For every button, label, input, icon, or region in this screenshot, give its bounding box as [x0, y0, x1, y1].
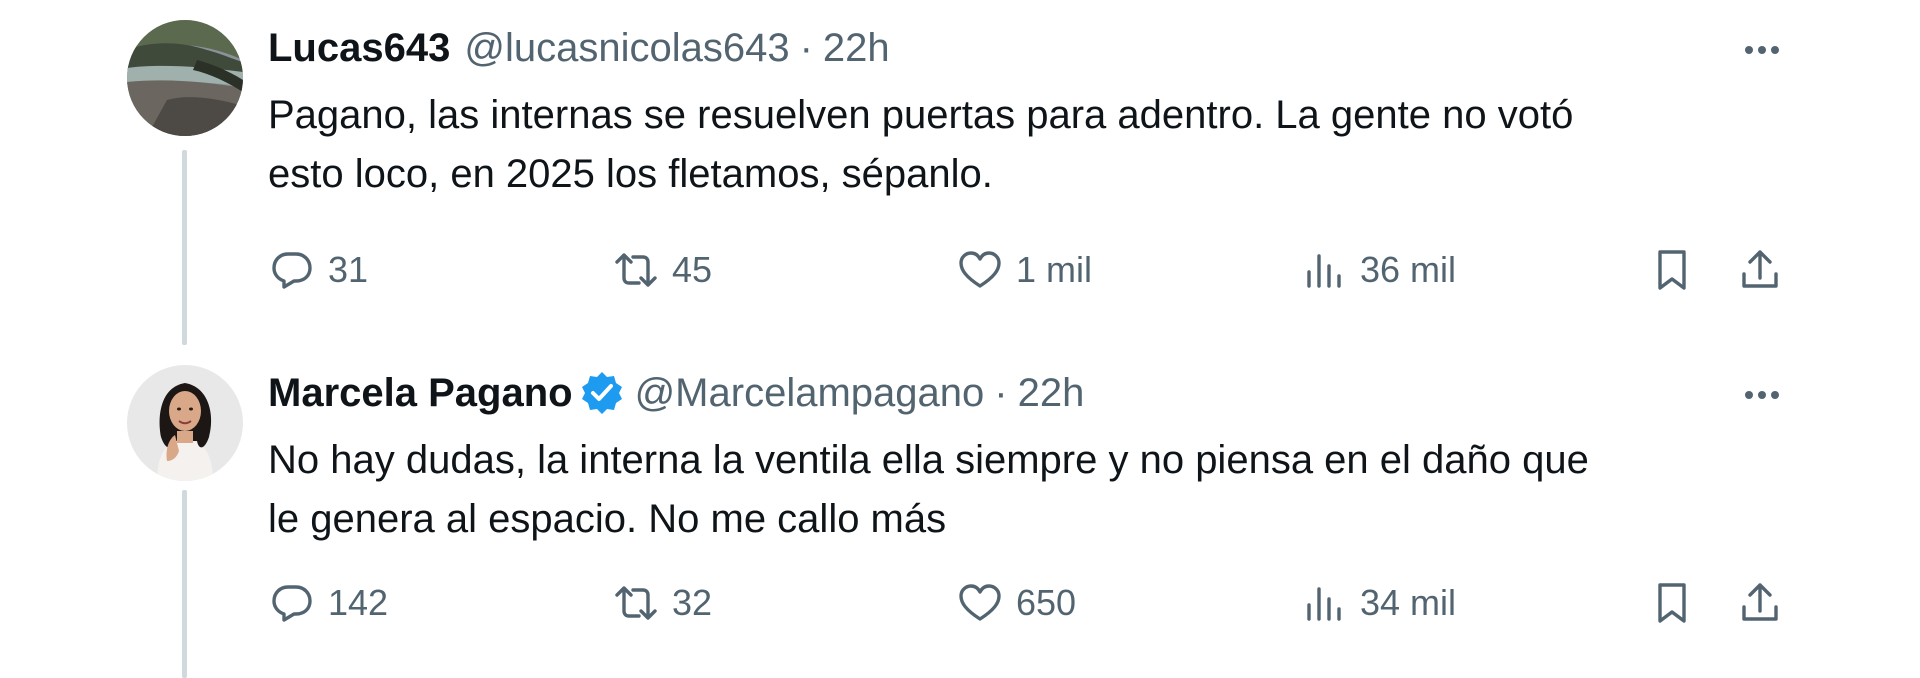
display-name[interactable]: Marcela Pagano	[268, 367, 573, 419]
like-count: 1 mil	[1016, 249, 1093, 290]
more-options-icon[interactable]	[1740, 28, 1784, 72]
tweet-header: Lucas643 @lucasnicolas643 · 22h	[268, 22, 890, 74]
avatar[interactable]	[127, 20, 243, 136]
like-count: 650	[1016, 582, 1077, 623]
views-button[interactable]: 34 mil	[1300, 573, 1456, 633]
separator-dot: ·	[994, 371, 1008, 415]
display-name[interactable]: Lucas643	[268, 22, 450, 74]
verified-badge-icon[interactable]	[579, 370, 625, 416]
views-button[interactable]: 36 mil	[1300, 240, 1456, 300]
views-icon	[1307, 254, 1341, 288]
tweet-actions: 31 45 1 mil 36 mil	[0, 240, 1920, 300]
tweet-marcela-pagano[interactable]: Marcela Pagano @Marcelampagano · 22h No …	[0, 345, 1920, 678]
like-button[interactable]: 650	[956, 573, 1076, 633]
reply-icon	[272, 252, 312, 289]
more-options-icon[interactable]	[1740, 373, 1784, 417]
bookmark-button[interactable]	[1648, 240, 1696, 300]
reply-button[interactable]: 31	[268, 240, 368, 300]
reply-icon	[272, 585, 312, 622]
share-button[interactable]	[1736, 240, 1784, 300]
views-icon	[1307, 587, 1341, 621]
tweet-text-line: Pagano, las internas se resuelven puerta…	[268, 93, 1574, 137]
tweet-text: No hay dudas, la interna la ventila ella…	[268, 431, 1768, 549]
avatar[interactable]	[127, 365, 243, 481]
views-count: 34 mil	[1360, 582, 1457, 623]
user-handle[interactable]: @lucasnicolas643	[464, 22, 789, 74]
reply-thread: Lucas643 @lucasnicolas643 · 22h Pagano, …	[0, 0, 1920, 678]
tweet-header: Marcela Pagano @Marcelampagano · 22h	[268, 367, 1084, 419]
like-button[interactable]: 1 mil	[956, 240, 1092, 300]
share-icon	[1742, 583, 1778, 621]
retweet-icon	[615, 586, 657, 620]
tweet-actions: 142 32 650 34 mil	[0, 573, 1920, 633]
bookmark-button[interactable]	[1648, 573, 1696, 633]
like-icon	[959, 584, 1001, 621]
bookmark-icon	[1658, 250, 1686, 290]
user-handle[interactable]: @Marcelampagano	[635, 367, 985, 419]
retweet-button[interactable]: 45	[612, 240, 712, 300]
tweet-lucas643[interactable]: Lucas643 @lucasnicolas643 · 22h Pagano, …	[0, 0, 1920, 345]
tweet-text-line: le genera al espacio. No me callo más	[268, 497, 947, 541]
timestamp[interactable]: 22h	[823, 22, 890, 74]
retweet-button[interactable]: 32	[612, 573, 712, 633]
share-button[interactable]	[1736, 573, 1784, 633]
share-icon	[1742, 250, 1778, 288]
retweet-count: 32	[672, 582, 713, 623]
retweet-icon	[615, 253, 657, 287]
reply-count: 31	[328, 249, 369, 290]
separator-dot: ·	[799, 26, 813, 70]
landscape-avatar-image	[127, 20, 243, 136]
tweet-text-line: esto loco, en 2025 los fletamos, sépanlo…	[268, 152, 993, 196]
reply-count: 142	[328, 582, 389, 623]
tweet-text: Pagano, las internas se resuelven puerta…	[268, 86, 1768, 204]
like-icon	[959, 251, 1001, 288]
views-count: 36 mil	[1360, 249, 1457, 290]
person-avatar-image	[127, 365, 243, 481]
reply-button[interactable]: 142	[268, 573, 388, 633]
timestamp[interactable]: 22h	[1018, 367, 1085, 419]
tweet-text-line: No hay dudas, la interna la ventila ella…	[268, 438, 1589, 482]
bookmark-icon	[1658, 583, 1686, 623]
retweet-count: 45	[672, 249, 713, 290]
